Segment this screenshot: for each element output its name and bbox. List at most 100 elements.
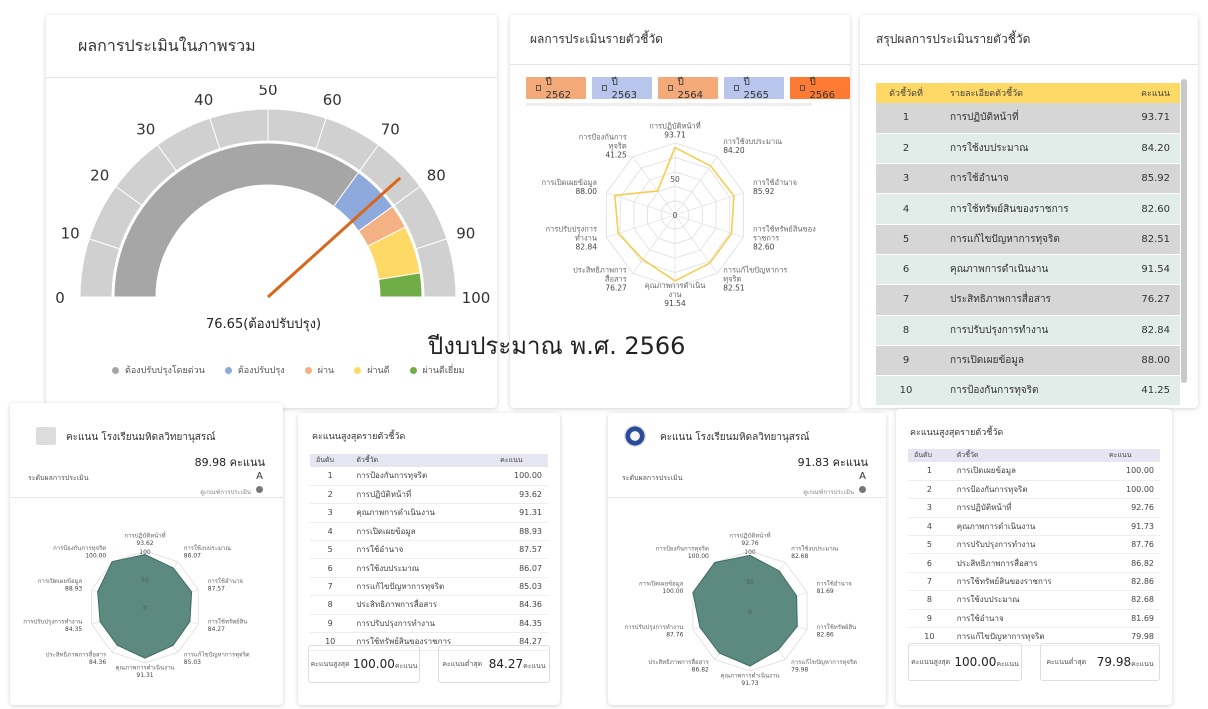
table-row: 9 การเปิดเผยข้อมูล 88.00 bbox=[876, 345, 1180, 377]
indicator-title: ผลการประเมินรายตัวชี้วัด bbox=[530, 32, 663, 46]
table-cell: 4 bbox=[310, 522, 351, 542]
col-header: ตัวชี้วัด bbox=[350, 454, 495, 467]
top-a-title: คะแนนสูงสุดรายตัวชี้วัด bbox=[312, 432, 406, 442]
legend-item: ผ่าน bbox=[304, 363, 334, 377]
school-b-header: คะแนน โรงเรียนมหิดลวิทยานุสรณ์ 91.83 คะแ… bbox=[608, 413, 886, 498]
top-b-min-box: คะแนนต่ำสุด 79.98คะแนน bbox=[1040, 643, 1160, 681]
legend-item: ผ่านดีเยี่ยม bbox=[409, 363, 464, 377]
col-header: คะแนน bbox=[494, 454, 548, 467]
radar-axis-label: คุณภาพการดำเนินงาน 91.73 bbox=[720, 672, 779, 687]
indicator-header: ผลการประเมินรายตัวชี้วัด bbox=[510, 15, 850, 65]
table-cell: 8 bbox=[310, 595, 351, 615]
table-cell: 3 bbox=[310, 503, 351, 523]
info-icon[interactable] bbox=[859, 486, 866, 493]
table-cell: การป้องกันการทุจริต bbox=[936, 375, 1120, 407]
radar-axis-label: การป้องกันการทุจริต 100.00 bbox=[656, 546, 709, 561]
year-tab-2564[interactable]: ปี 2564 bbox=[658, 77, 718, 101]
radar-axis-label: การแก้ไขปัญหาการทุจริต 82.51 bbox=[723, 265, 787, 292]
school-a-header: คะแนน โรงเรียนมหิดลวิทยานุสรณ์ 89.98 คะแ… bbox=[10, 403, 283, 498]
table-cell: 91.31 bbox=[494, 503, 548, 523]
radar-axis-label: การแก้ไขปัญหาการทุจริต 85.03 bbox=[184, 651, 250, 667]
table-row: 1 การเปิดเผยข้อมูล 100.00 bbox=[908, 462, 1160, 481]
checkbox-icon bbox=[602, 85, 608, 91]
checkbox-icon bbox=[668, 85, 674, 91]
school-a-card: คะแนน โรงเรียนมหิดลวิทยานุสรณ์ 89.98 คะแ… bbox=[10, 403, 283, 705]
info-icon[interactable] bbox=[256, 486, 263, 493]
level-label: ระดับผลการประเมิน bbox=[622, 474, 683, 482]
radar-axis-label: การใช้ทรัพย์สิน 82.86 bbox=[817, 623, 857, 639]
table-row: 4 การเปิดเผยข้อมูล 88.93 bbox=[310, 522, 548, 542]
school-a-title: คะแนน โรงเรียนมหิดลวิทยานุสรณ์ bbox=[66, 432, 216, 443]
top-b-card: คะแนนสูงสุดรายตัวชี้วัด อันดับ ตัวชี้วัด… bbox=[896, 409, 1172, 705]
criteria-link[interactable]: ดูเกณฑ์การประเมิน bbox=[803, 487, 854, 497]
col-header: คะแนน bbox=[1120, 83, 1180, 103]
radar-scale-label: 50 bbox=[746, 579, 754, 586]
year-tab-2566[interactable]: ปี 2566 bbox=[790, 77, 850, 101]
table-row: 5 การใช้อำนาจ 87.57 bbox=[310, 540, 548, 560]
radar-axis-label: การปรับปรุงการทำงาน 82.84 bbox=[545, 224, 597, 251]
col-header: ตัวชี้วัดที่ bbox=[876, 83, 936, 103]
table-row: 6 การใช้งบประมาณ 86.07 bbox=[310, 558, 548, 578]
legend-dot bbox=[112, 366, 119, 374]
legend-item: ผ่านดี bbox=[354, 363, 390, 377]
gauge-outer-segment bbox=[79, 238, 121, 298]
table-cell: ประสิทธิภาพการสื่อสาร bbox=[950, 553, 1103, 573]
radar-axis-label: การปฏิบัติหน้าที่ 93.62 bbox=[124, 531, 165, 547]
table-cell: 85.92 bbox=[1120, 163, 1180, 195]
table-cell: 88.93 bbox=[494, 522, 548, 542]
radar-scale-label: 100 bbox=[139, 549, 151, 556]
radar-axis-label: การใช้งบประมาณ 86.07 bbox=[184, 544, 232, 560]
table-cell: 5 bbox=[908, 535, 951, 555]
school-a-radar: 0 50 100 การปฏิบัติหน้าที่ 93.62 การใช้งบประม… bbox=[23, 531, 250, 679]
scrollbar[interactable] bbox=[1181, 79, 1187, 383]
radar-axis-label: การใช้อำนาจ 85.92 bbox=[753, 178, 797, 196]
gauge-outer-segment bbox=[415, 238, 457, 298]
year-tab-2562[interactable]: ปี 2562 bbox=[526, 77, 586, 101]
table-cell: 82.51 bbox=[1120, 224, 1180, 255]
table-row: 9 การปรับปรุงการทำงาน 84.35 bbox=[310, 614, 548, 634]
year-tab-2563[interactable]: ปี 2563 bbox=[592, 77, 652, 101]
gauge-tick-label: 10 bbox=[61, 225, 80, 243]
table-row: 6 ประสิทธิภาพการสื่อสาร 86.82 bbox=[908, 553, 1160, 573]
radar-axis-label: การปฏิบัติหน้าที่ 93.71 bbox=[649, 121, 700, 140]
radar-series bbox=[692, 554, 798, 667]
table-row: 9 การใช้อำนาจ 81.69 bbox=[908, 609, 1160, 629]
radar-axis-label: การเปิดเผยข้อมูล 88.00 bbox=[542, 178, 598, 196]
table-cell: 8 bbox=[876, 315, 936, 346]
table-cell: การใช้งบประมาณ bbox=[350, 558, 495, 578]
table-cell: 9 bbox=[908, 609, 951, 629]
table-cell: การใช้อำนาจ bbox=[350, 540, 495, 560]
table-row: 8 การปรับปรุงการทำงาน 82.84 bbox=[876, 315, 1180, 346]
table-cell: 87.76 bbox=[1103, 535, 1160, 555]
radar-axis-label: การปรับปรุงการทำงาน 84.35 bbox=[23, 619, 82, 634]
legend-dot bbox=[409, 366, 417, 374]
gauge-tick-label: 0 bbox=[55, 289, 65, 307]
overall-title: ผลการประเมินในภาพรวม bbox=[78, 35, 256, 55]
criteria-link[interactable]: ดูเกณฑ์การประเมิน bbox=[200, 487, 251, 497]
radar-axis-label: การใช้อำนาจ 87.57 bbox=[208, 577, 243, 593]
table-cell: คุณภาพการดำเนินงาน bbox=[350, 503, 495, 523]
table-row: 2 การป้องกันการทุจริต 100.00 bbox=[908, 480, 1160, 500]
top-b-max-box: คะแนนสูงสุด 100.00คะแนน bbox=[908, 643, 1022, 681]
table-cell: 82.60 bbox=[1120, 193, 1180, 225]
table-cell: การใช้งบประมาณ bbox=[936, 133, 1120, 165]
table-cell: 82.84 bbox=[1120, 315, 1180, 346]
table-cell: 6 bbox=[908, 553, 951, 573]
table-cell: 9 bbox=[876, 345, 936, 377]
gauge-tick-label: 80 bbox=[427, 167, 446, 185]
table-cell: การปรับปรุงการทำงาน bbox=[936, 315, 1120, 346]
table-cell: การเปิดเผยข้อมูล bbox=[350, 522, 495, 542]
year-tabs: ปี 2562 ปี 2563 ปี 2564 ปี 2565 ปี 2566 bbox=[526, 77, 850, 101]
table-cell: 91.73 bbox=[1103, 517, 1160, 537]
summary-table: ตัวชี้วัดที่ รายละเอียดตัวชี้วัด คะแนน 1… bbox=[876, 83, 1180, 407]
school-b-radar: 0 50 100 การปฏิบัติหน้าที่ 92.76 การใช้งบประม… bbox=[624, 531, 857, 687]
table-cell: 86.82 bbox=[1103, 553, 1160, 573]
table-cell: 7 bbox=[876, 284, 936, 316]
year-tab-2565[interactable]: ปี 2565 bbox=[724, 77, 784, 101]
table-cell: การใช้ทรัพย์สินของราชการ bbox=[936, 193, 1120, 225]
table-row: 8 ประสิทธิภาพการสื่อสาร 84.36 bbox=[310, 595, 548, 615]
table-cell: การใช้งบประมาณ bbox=[950, 590, 1103, 610]
table-row: 3 การใช้อำนาจ 85.92 bbox=[876, 163, 1180, 195]
radar-axis bbox=[674, 214, 718, 274]
table-row: 4 การใช้ทรัพย์สินของราชการ 82.60 bbox=[876, 193, 1180, 225]
